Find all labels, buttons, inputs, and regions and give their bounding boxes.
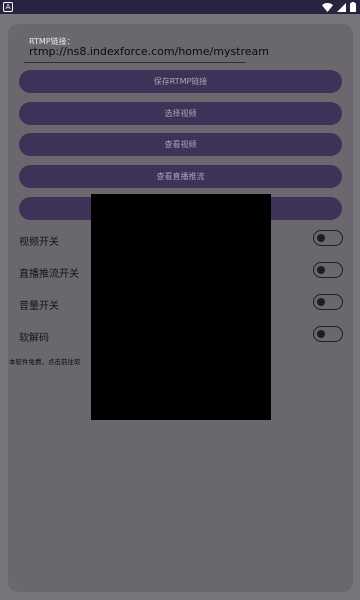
live-stream-toggle-label: 直播推流开关	[19, 269, 79, 280]
soft-decode-toggle[interactable]	[313, 326, 343, 342]
free-software-link[interactable]: 本软件免费，点击前往软	[9, 356, 81, 366]
video-preview-overlay[interactable]	[91, 194, 271, 420]
app-notification-icon: A	[3, 2, 13, 12]
toggle-knob	[317, 233, 325, 242]
status-icons	[322, 2, 356, 12]
choose-video-button[interactable]: 选择视频	[19, 102, 342, 125]
rtmp-url-input[interactable]: rtmp://ns8.indexforce.com/home/mystream	[29, 45, 269, 58]
toggle-knob	[317, 297, 325, 306]
volume-toggle-label: 音量开关	[19, 301, 59, 312]
video-toggle-label: 视频开关	[19, 237, 59, 248]
view-video-button[interactable]: 查看视频	[19, 133, 342, 156]
soft-decode-toggle-label: 软解码	[19, 333, 49, 344]
battery-icon	[350, 2, 356, 12]
toggle-knob	[317, 265, 325, 274]
toggle-knob	[317, 329, 325, 338]
signal-icon	[337, 2, 346, 12]
wifi-icon	[322, 2, 333, 12]
rtmp-input-underline	[24, 62, 246, 63]
view-live-stream-button[interactable]: 查看直播推流	[19, 165, 342, 188]
volume-toggle[interactable]	[313, 294, 343, 310]
status-bar: A	[0, 0, 360, 14]
save-rtmp-button[interactable]: 保存RTMP链接	[19, 70, 342, 93]
live-stream-toggle[interactable]	[313, 262, 343, 278]
video-toggle[interactable]	[313, 230, 343, 246]
